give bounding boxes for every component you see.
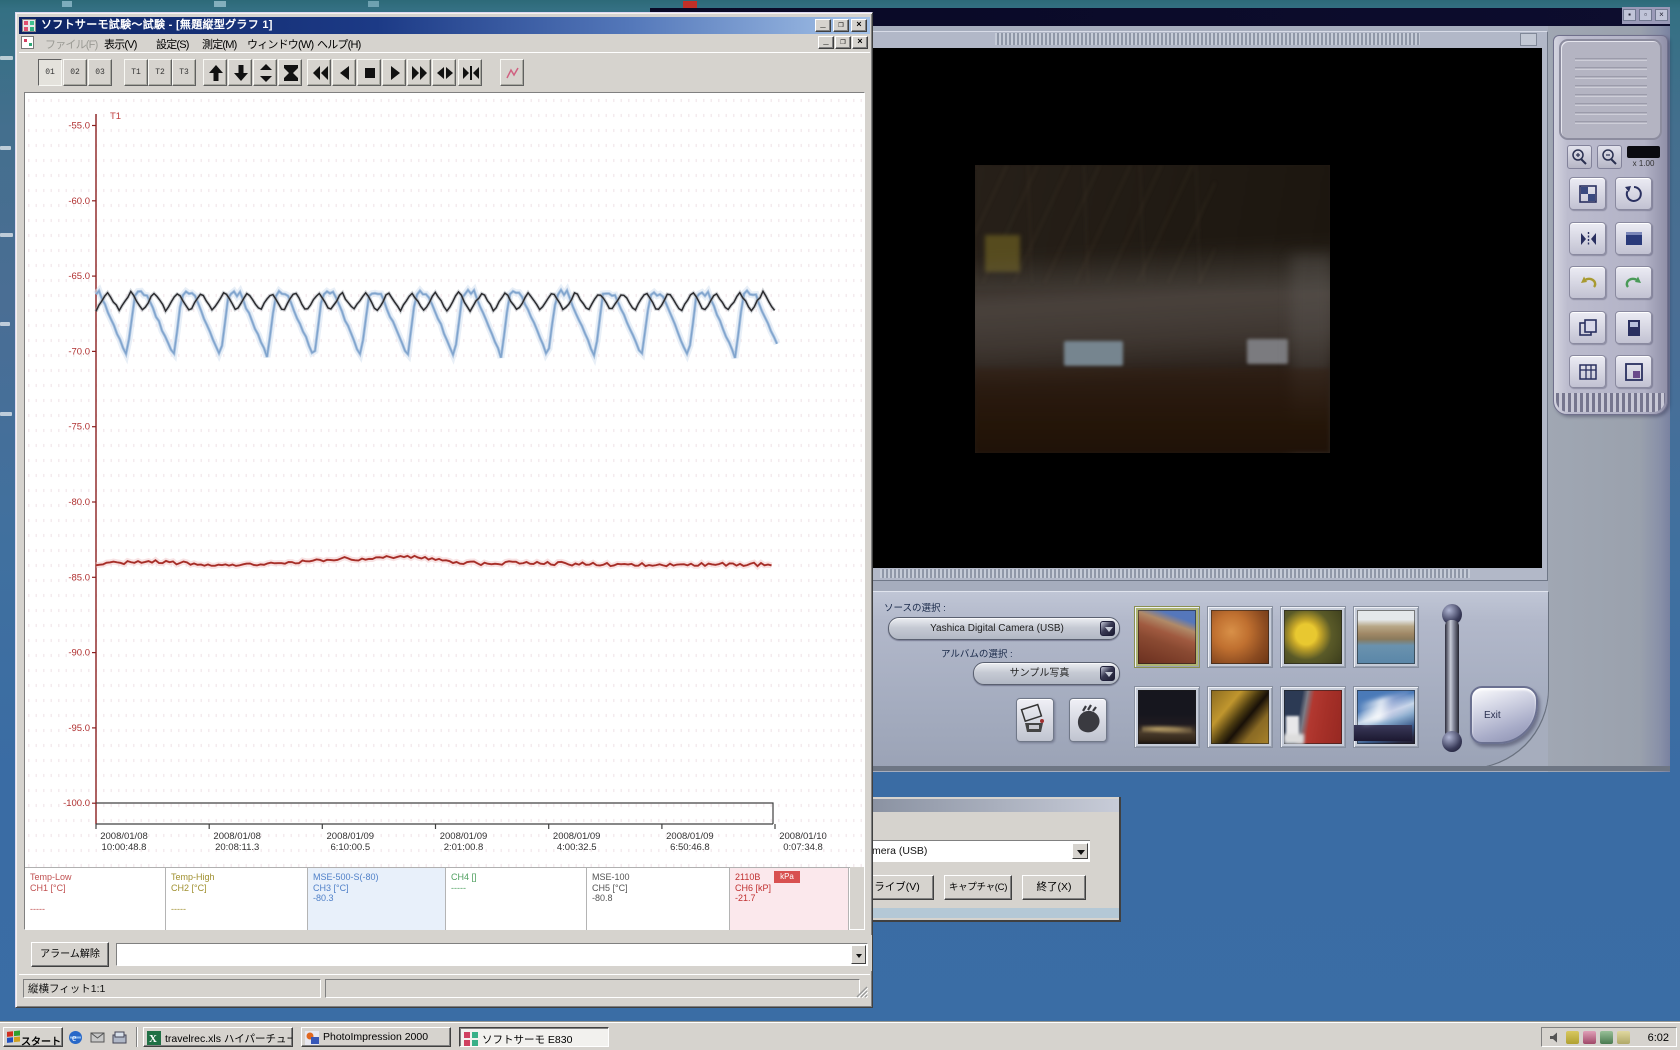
svg-text:0:07:34.8: 0:07:34.8 bbox=[783, 842, 823, 853]
svg-text:-80.0: -80.0 bbox=[68, 497, 90, 508]
svg-text:6:50:46.8: 6:50:46.8 bbox=[670, 842, 710, 853]
svg-text:2008/01/09: 2008/01/09 bbox=[666, 831, 714, 842]
svg-text:-85.0: -85.0 bbox=[68, 572, 90, 583]
svg-text:2008/01/09: 2008/01/09 bbox=[553, 831, 601, 842]
svg-text:10:00:48.8: 10:00:48.8 bbox=[102, 842, 147, 853]
svg-text:-65.0: -65.0 bbox=[68, 271, 90, 282]
svg-text:2008/01/09: 2008/01/09 bbox=[440, 831, 488, 842]
svg-text:-55.0: -55.0 bbox=[68, 121, 90, 132]
svg-text:20:08:11.3: 20:08:11.3 bbox=[215, 842, 259, 853]
svg-text:-100.0: -100.0 bbox=[63, 798, 90, 809]
svg-text:-90.0: -90.0 bbox=[68, 648, 90, 659]
svg-text:-75.0: -75.0 bbox=[68, 422, 90, 433]
svg-text:e: e bbox=[72, 1033, 77, 1044]
svg-text:-60.0: -60.0 bbox=[68, 196, 90, 207]
svg-text:2008/01/08: 2008/01/08 bbox=[213, 831, 261, 842]
svg-text:4:00:32.5: 4:00:32.5 bbox=[557, 842, 597, 853]
svg-text:6:10:00.5: 6:10:00.5 bbox=[330, 842, 370, 853]
svg-text:-95.0: -95.0 bbox=[68, 723, 90, 734]
svg-text:2008/01/08: 2008/01/08 bbox=[100, 831, 148, 842]
svg-text:X: X bbox=[149, 1033, 157, 1045]
svg-text:2008/01/10: 2008/01/10 bbox=[779, 831, 827, 842]
svg-text:T1: T1 bbox=[110, 111, 121, 122]
svg-text:2008/01/09: 2008/01/09 bbox=[327, 831, 375, 842]
svg-text:2:01:00.8: 2:01:00.8 bbox=[444, 842, 484, 853]
svg-text:-70.0: -70.0 bbox=[68, 346, 90, 357]
